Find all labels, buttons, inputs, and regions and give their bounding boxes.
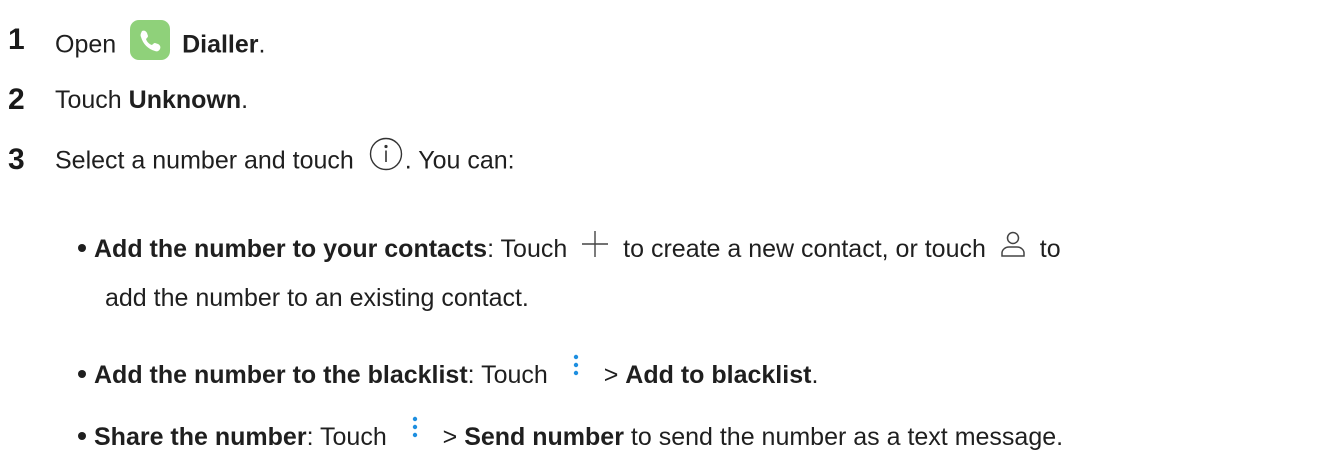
option-add-to-contacts-line2: add the number to an existing contact. (105, 284, 529, 312)
option-share-number: Share the number: Touch > Send number to… (78, 417, 1063, 453)
bullet-dot (78, 432, 86, 441)
info-icon (369, 137, 403, 171)
step-text: Select a number and touch . You can: (55, 137, 515, 179)
step-text: Touch Unknown. (55, 86, 249, 114)
bullet-dot (78, 244, 86, 253)
step-number: 3 (8, 143, 25, 176)
step-text: Open Dialler. (55, 20, 265, 67)
action-label: Add to blacklist (625, 361, 812, 389)
document-page: 1 Open Dialler. 2 Touch Unknown. 3 Selec… (0, 0, 1333, 464)
plus-icon (580, 229, 610, 259)
option-title: Share the number (94, 423, 307, 451)
step-target: Unknown (128, 86, 242, 114)
bullet-dot (78, 370, 86, 379)
option-title: Add the number to the blacklist (94, 361, 468, 389)
step-number: 2 (8, 83, 25, 116)
option-add-to-blacklist: Add the number to the blacklist: Touch >… (78, 355, 818, 391)
action-label: Send number (464, 423, 624, 451)
option-title: Add the number to your contacts (94, 235, 488, 263)
step-number: 1 (8, 23, 25, 56)
phone-app-icon (129, 19, 171, 61)
contact-icon (999, 230, 1027, 258)
more-icon (569, 353, 583, 383)
app-name: Dialler (182, 30, 259, 59)
option-add-to-contacts: Add the number to your contacts: Touch t… (78, 231, 1061, 265)
more-icon (408, 415, 422, 445)
